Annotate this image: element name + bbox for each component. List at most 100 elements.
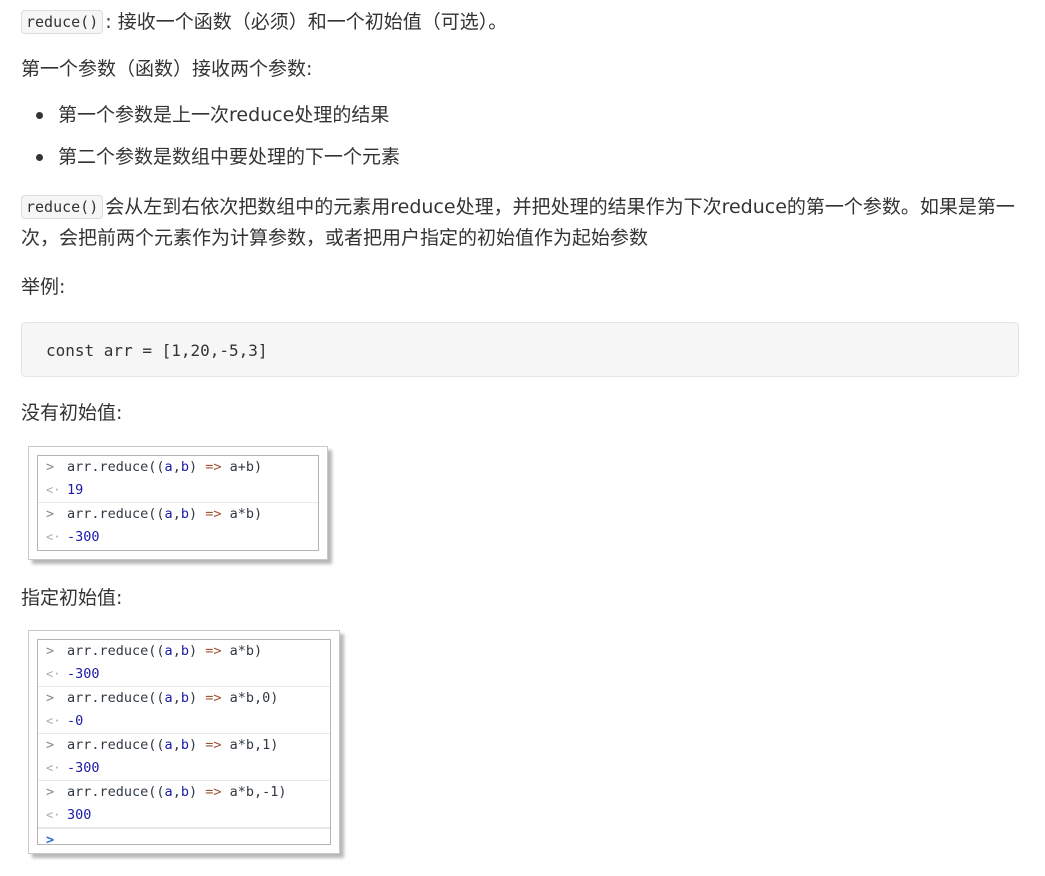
code-text: ) [188,459,206,475]
code-text: arr.reduce(( [67,459,165,475]
code-arrow: => [205,737,222,753]
input-chevron-icon: > [46,690,55,706]
with-init-label: 指定初始值: [21,587,123,609]
code-arrow: => [205,690,222,706]
console-panel: > arr.reduce((a,b) => a*b) <· -300 > arr.redu… [37,639,331,848]
code-text: ) [188,737,206,753]
bullet-dot-icon [36,112,43,119]
code-param: b [180,506,189,522]
code-text: arr.reduce(( [67,784,165,800]
console-output-value: -300 [67,529,100,545]
param-list: 第一个参数是上一次reduce处理的结果 第二个参数是数组中要处理的下一个元素 [21,100,400,184]
code-text: a+b) [221,459,263,475]
console-input-row: > arr.reduce((a,b) => a*b) [38,640,330,663]
example-label: 举例: [21,276,66,298]
code-text: a*b) [221,643,263,659]
code-text: ) [188,690,206,706]
code-text: ) [188,506,206,522]
list-item: 第一个参数是上一次reduce处理的结果 [21,100,400,130]
return-arrow-icon: <· [46,667,61,681]
code-text: a*b) [221,506,263,522]
code-text: arr.reduce(( [67,506,165,522]
list-item-text: 第二个参数是数组中要处理的下一个元素 [58,146,401,168]
code-text: a*b,-1) [221,784,287,800]
code-text: , [172,643,181,659]
console-input-row: > arr.reduce((a,b) => a+b) [38,456,318,479]
code-text: a*b,1) [221,737,279,753]
console-input-text: arr.reduce((a,b) => a+b) [67,456,262,479]
return-arrow-icon: <· [46,714,61,728]
console-input-text: arr.reduce((a,b) => a*b,1) [67,734,278,757]
code-param: a [164,506,173,522]
console-input-row: > arr.reduce((a,b) => a*b,0) [38,687,330,710]
console-output-value: 19 [67,482,84,498]
reduce-description-text: 会从左到右依次把数组中的元素用reduce处理，并把处理的结果作为下次reduc… [21,196,1015,249]
console-output-value: -0 [67,713,84,729]
code-param: a [164,784,173,800]
bullet-dot-icon [36,154,43,161]
console-input-text: arr.reduce((a,b) => a*b) [67,503,262,526]
return-arrow-icon: <· [46,761,61,775]
console-output-row: <· -300 [38,526,318,549]
code-block: const arr = [1,20,-5,3] [21,322,1019,377]
no-init-label: 没有初始值: [21,402,123,424]
console-output-row: <· -300 [38,757,330,781]
code-text: a*b,0) [221,690,279,706]
inline-code-reduce: reduce() [21,10,104,34]
console-input-row: > arr.reduce((a,b) => a*b,-1) [38,781,330,804]
prompt-chevron-icon: > [46,832,55,848]
console-screenshot-with-init: > arr.reduce((a,b) => a*b) <· -300 > arr.redu… [28,630,340,854]
input-chevron-icon: > [46,459,55,475]
code-param: a [164,737,173,753]
code-text: ) [188,784,206,800]
console-output-row: <· 19 [38,479,318,503]
console-screenshot-no-init: > arr.reduce((a,b) => a+b) <· 19 > arr.reduce… [28,446,328,560]
console-input-text: arr.reduce((a,b) => a*b,0) [67,687,278,710]
list-item: 第二个参数是数组中要处理的下一个元素 [21,142,400,172]
code-text: , [172,690,181,706]
code-text: arr.reduce(( [67,690,165,706]
console-output-row: <· -0 [38,710,330,734]
code-param: b [180,784,189,800]
intro-line: reduce(): 接收一个函数（必须）和一个初始值（可选）。 [21,7,507,37]
list-item-text: 第一个参数是上一次reduce处理的结果 [58,104,390,126]
input-chevron-icon: > [46,506,55,522]
input-chevron-icon: > [46,737,55,753]
code-param: a [164,690,173,706]
console-input-text: arr.reduce((a,b) => a*b,-1) [67,781,287,804]
code-param: a [164,643,173,659]
code-text: ) [188,643,206,659]
code-param: b [180,690,189,706]
input-chevron-icon: > [46,784,55,800]
console-output-row: <· -300 [38,663,330,687]
return-arrow-icon: <· [46,530,61,544]
code-param: b [180,459,189,475]
param-heading: 第一个参数（函数）接收两个参数: [21,58,313,80]
code-arrow: => [205,459,222,475]
code-param: a [164,459,173,475]
code-text: arr.reduce(( [67,737,165,753]
code-text: , [172,784,181,800]
input-chevron-icon: > [46,643,55,659]
return-arrow-icon: <· [46,483,61,497]
code-arrow: => [205,506,222,522]
console-prompt-row[interactable]: > [38,828,330,852]
console-panel: > arr.reduce((a,b) => a+b) <· 19 > arr.reduce… [37,455,319,551]
code-param: b [180,737,189,753]
code-text: , [172,506,181,522]
code-text: arr.reduce(( [67,643,165,659]
intro-text: : 接收一个函数（必须）和一个初始值（可选）。 [105,11,508,33]
console-input-row: > arr.reduce((a,b) => a*b,1) [38,734,330,757]
reduce-description: reduce() 会从左到右依次把数组中的元素用reduce处理，并把处理的结果作… [21,192,1021,254]
code-text: , [172,737,181,753]
console-output-row: <· 300 [38,804,330,828]
code-arrow: => [205,784,222,800]
code-param: b [180,643,189,659]
console-input-text: arr.reduce((a,b) => a*b) [67,640,262,663]
code-text: , [172,459,181,475]
inline-code-reduce: reduce() [21,195,104,219]
code-block-text: const arr = [1,20,-5,3] [46,341,268,360]
console-output-value: -300 [67,760,100,776]
console-input-row: > arr.reduce((a,b) => a*b) [38,503,318,526]
code-arrow: => [205,643,222,659]
